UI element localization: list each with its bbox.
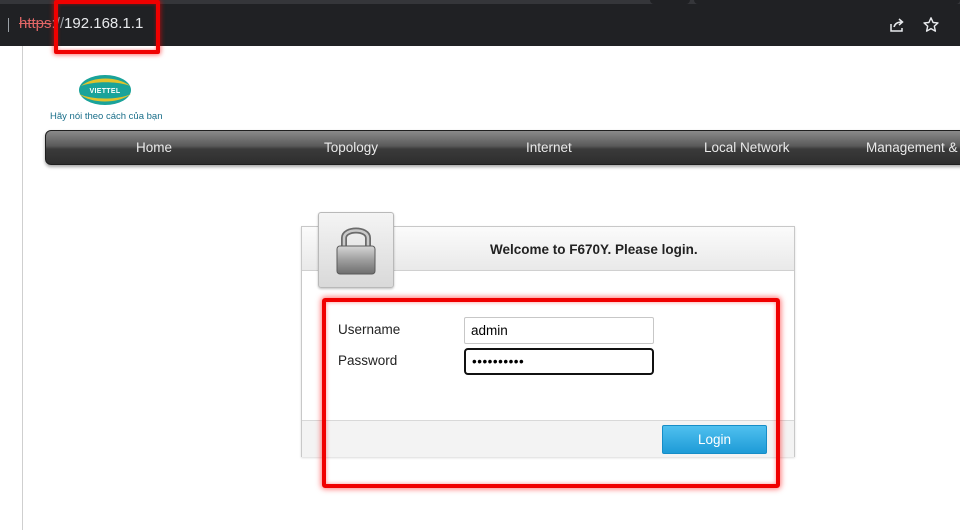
nav-item-local-network[interactable]: Local Network bbox=[704, 131, 790, 164]
star-icon[interactable] bbox=[922, 16, 940, 34]
url-scheme: https bbox=[19, 15, 52, 32]
nav-item-home[interactable]: Home bbox=[136, 131, 172, 164]
lock-badge bbox=[318, 212, 394, 288]
address-divider bbox=[8, 18, 9, 32]
main-navigation: Home Topology Internet Local Network Man… bbox=[45, 130, 960, 165]
url-highlight-box bbox=[54, 0, 160, 54]
nav-item-internet[interactable]: Internet bbox=[526, 131, 572, 164]
logo-brand-text: VIETTEL bbox=[89, 88, 121, 95]
padlock-icon bbox=[336, 227, 376, 275]
login-title: Welcome to F670Y. Please login. bbox=[490, 242, 698, 257]
logo-tagline: Hãy nói theo cách của bạn bbox=[50, 111, 163, 122]
nav-item-management[interactable]: Management & bbox=[866, 131, 958, 164]
share-icon[interactable] bbox=[888, 16, 906, 34]
page-left-border bbox=[22, 46, 23, 530]
nav-item-topology[interactable]: Topology bbox=[324, 131, 378, 164]
tab-edge[interactable] bbox=[694, 0, 960, 4]
form-highlight-box bbox=[322, 298, 780, 488]
tab-edge[interactable] bbox=[650, 0, 690, 4]
